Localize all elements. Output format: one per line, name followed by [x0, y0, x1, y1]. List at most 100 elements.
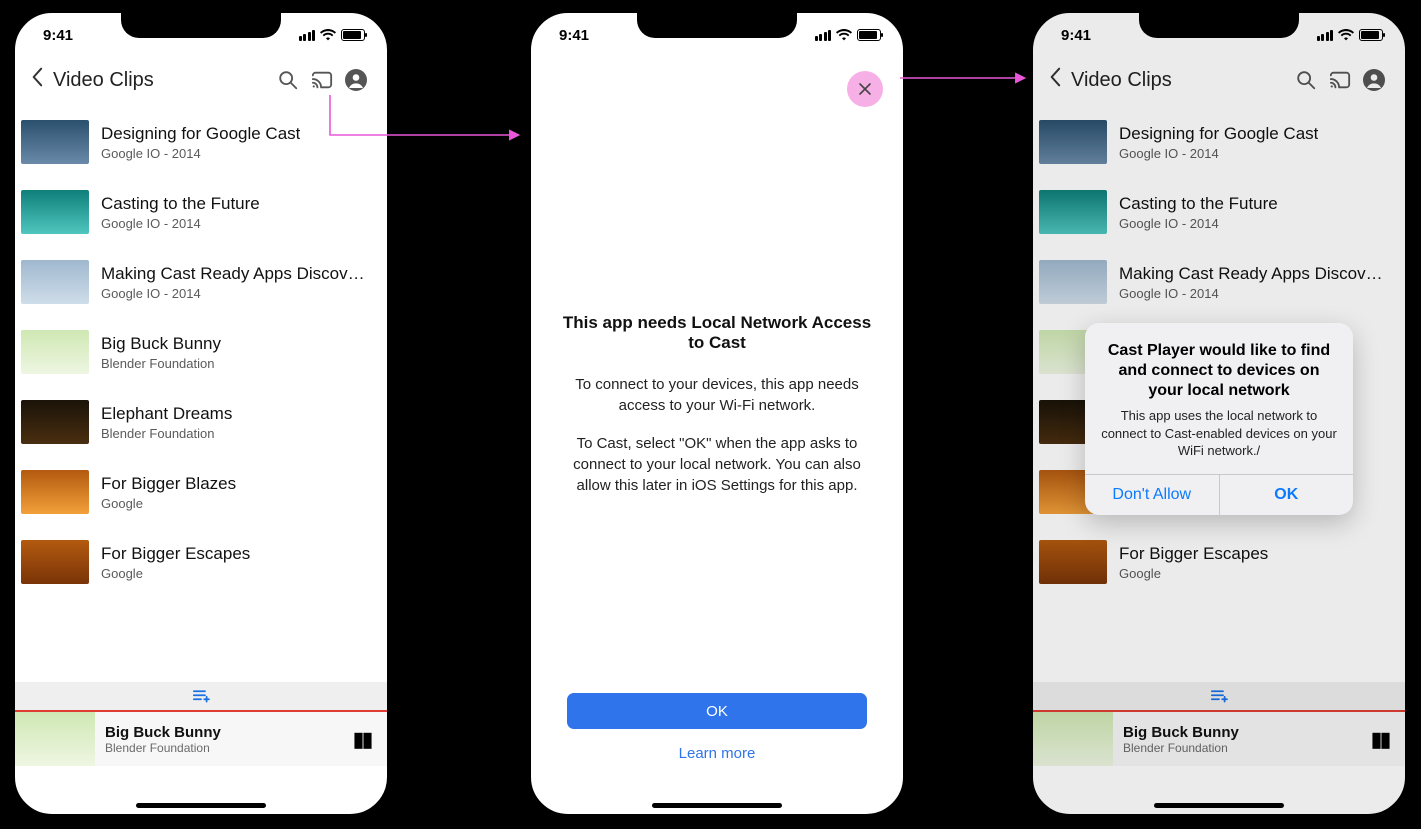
thumbnail [1039, 190, 1107, 234]
mini-player: Big Buck Bunny Blender Foundation ▮▮ [1033, 682, 1405, 766]
list-item[interactable]: Casting to the Future Google IO - 2014 [1033, 177, 1405, 247]
list-item[interactable]: Big Buck Bunny Blender Foundation [15, 317, 387, 387]
notch [1139, 12, 1299, 38]
pause-button[interactable]: ▮▮ [1371, 727, 1389, 752]
list-item[interactable]: Designing for Google Cast Google IO - 201… [15, 107, 387, 177]
status-time: 9:41 [1061, 27, 1091, 44]
thumbnail [21, 120, 89, 164]
thumbnail [21, 330, 89, 374]
back-button[interactable] [23, 67, 51, 93]
close-button[interactable] [847, 71, 883, 107]
top-bar: Video Clips [1033, 57, 1405, 107]
cellular-icon [299, 30, 316, 41]
cast-icon[interactable] [1323, 63, 1357, 97]
cast-icon[interactable] [305, 63, 339, 97]
thumbnail [1039, 540, 1107, 584]
thumbnail [21, 470, 89, 514]
screen-video-list: 9:41 Video Clips Designing for Google Ca… [6, 4, 396, 823]
back-button[interactable] [1041, 67, 1069, 93]
interstitial-paragraph-1: To connect to your devices, this app nee… [555, 375, 879, 416]
page-title: Video Clips [1071, 69, 1172, 92]
now-playing-thumb [15, 712, 95, 766]
home-indicator[interactable] [136, 803, 266, 808]
video-subtitle: Google IO - 2014 [101, 216, 260, 231]
alert-message: This app uses the local network to conne… [1101, 407, 1337, 460]
top-bar: Video Clips [15, 57, 387, 107]
video-subtitle: Google [101, 566, 250, 581]
thumbnail [21, 400, 89, 444]
video-subtitle: Blender Foundation [101, 356, 221, 371]
now-playing-subtitle: Blender Foundation [1123, 741, 1371, 755]
list-item[interactable]: Elephant Dreams Blender Foundation [15, 387, 387, 457]
video-subtitle: Google [1119, 566, 1268, 581]
now-playing-bar[interactable]: Big Buck Bunny Blender Foundation ▮▮ [15, 710, 387, 766]
cellular-icon [815, 30, 832, 41]
video-title: For Bigger Escapes [101, 544, 250, 564]
close-icon [858, 82, 872, 96]
thumbnail [1039, 260, 1107, 304]
video-title: Casting to the Future [1119, 194, 1278, 214]
list-item[interactable]: For Bigger Escapes Google [1033, 527, 1405, 597]
now-playing-title: Big Buck Bunny [1123, 724, 1371, 741]
alert-title: Cast Player would like to find and conne… [1101, 341, 1337, 401]
video-title: Big Buck Bunny [101, 334, 221, 354]
video-subtitle: Google IO - 2014 [1119, 216, 1278, 231]
now-playing-thumb [1033, 712, 1113, 766]
list-item[interactable]: Casting to the Future Google IO - 2014 [15, 177, 387, 247]
wifi-icon [1338, 29, 1354, 41]
list-item[interactable]: Designing for Google Cast Google IO - 201… [1033, 107, 1405, 177]
list-item[interactable]: For Bigger Escapes Google [15, 527, 387, 597]
interstitial-paragraph-2: To Cast, select "OK" when the app asks t… [555, 434, 879, 496]
thumbnail [21, 540, 89, 584]
battery-icon [1359, 29, 1383, 41]
thumbnail [21, 260, 89, 304]
page-title: Video Clips [53, 69, 154, 92]
system-alert: Cast Player would like to find and conne… [1085, 323, 1353, 515]
add-to-queue-button[interactable] [15, 682, 387, 710]
video-title: Designing for Google Cast [1119, 124, 1318, 144]
video-subtitle: Google [101, 496, 236, 511]
mini-player: Big Buck Bunny Blender Foundation ▮▮ [15, 682, 387, 766]
cellular-icon [1317, 30, 1334, 41]
notch [637, 12, 797, 38]
interstitial-heading: This app needs Local Network Access to C… [555, 313, 879, 353]
account-icon[interactable] [339, 63, 373, 97]
now-playing-bar[interactable]: Big Buck Bunny Blender Foundation ▮▮ [1033, 710, 1405, 766]
account-icon[interactable] [1357, 63, 1391, 97]
thumbnail [21, 190, 89, 234]
ok-button[interactable]: OK [567, 693, 867, 729]
video-subtitle: Blender Foundation [101, 426, 232, 441]
interstitial-content: This app needs Local Network Access to C… [555, 313, 879, 514]
video-title: For Bigger Escapes [1119, 544, 1268, 564]
notch [121, 12, 281, 38]
video-title: Elephant Dreams [101, 404, 232, 424]
battery-icon [341, 29, 365, 41]
home-indicator[interactable] [1154, 803, 1284, 808]
wifi-icon [320, 29, 336, 41]
alert-ok-button[interactable]: OK [1219, 475, 1354, 515]
video-title: Making Cast Ready Apps Discover... [1119, 264, 1391, 284]
video-subtitle: Google IO - 2014 [1119, 286, 1391, 301]
battery-icon [857, 29, 881, 41]
video-title: Designing for Google Cast [101, 124, 300, 144]
add-to-queue-button[interactable] [1033, 682, 1405, 710]
status-time: 9:41 [559, 27, 589, 44]
alert-dont-allow-button[interactable]: Don't Allow [1085, 475, 1219, 515]
home-indicator[interactable] [652, 803, 782, 808]
list-item[interactable]: For Bigger Blazes Google [15, 457, 387, 527]
screen-interstitial: 9:41 This app needs Local Network Access… [522, 4, 912, 823]
wifi-icon [836, 29, 852, 41]
video-title: Making Cast Ready Apps Discover... [101, 264, 373, 284]
search-icon[interactable] [1289, 63, 1323, 97]
search-icon[interactable] [271, 63, 305, 97]
video-list[interactable]: Designing for Google Cast Google IO - 201… [15, 107, 387, 597]
list-item[interactable]: Making Cast Ready Apps Discover...Google… [15, 247, 387, 317]
video-subtitle: Google IO - 2014 [101, 146, 300, 161]
now-playing-subtitle: Blender Foundation [105, 741, 353, 755]
video-title: Casting to the Future [101, 194, 260, 214]
video-subtitle: Google IO - 2014 [1119, 146, 1318, 161]
pause-button[interactable]: ▮▮ [353, 727, 371, 752]
video-title: For Bigger Blazes [101, 474, 236, 494]
learn-more-link[interactable]: Learn more [679, 745, 756, 762]
list-item[interactable]: Making Cast Ready Apps Discover... Google… [1033, 247, 1405, 317]
